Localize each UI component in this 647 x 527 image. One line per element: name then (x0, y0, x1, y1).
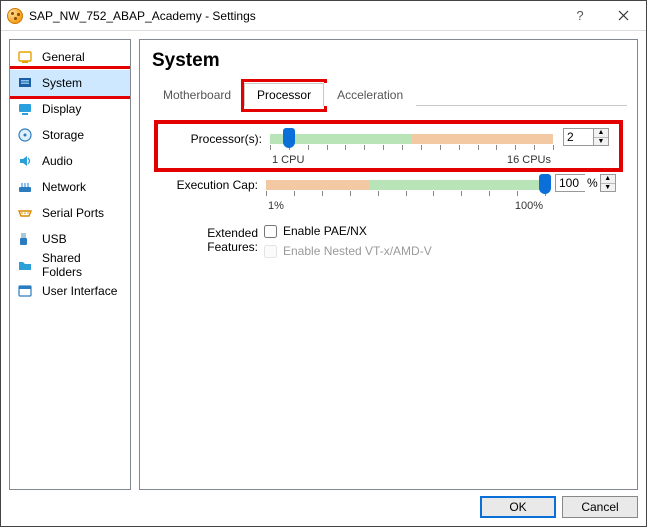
processor-label: Processor(s): (160, 128, 268, 146)
app-icon (7, 8, 23, 24)
processor-thumb[interactable] (283, 128, 295, 148)
processor-spin-down[interactable]: ▼ (594, 138, 608, 146)
execution-cap-min-label: 1% (268, 200, 284, 212)
sidebar-item-system[interactable]: System (10, 70, 130, 96)
main-panel: System Motherboard Processor Acceleratio… (139, 39, 638, 490)
tab-content: Processor(s): 1 (150, 106, 627, 479)
sidebar-item-label: Network (42, 180, 86, 194)
sidebar-item-usb[interactable]: USB (10, 226, 130, 252)
processor-min-label: 1 CPU (272, 154, 304, 166)
category-sidebar: General System Display Storage Audio Net… (9, 39, 131, 490)
serial-port-icon (16, 205, 34, 221)
extended-features-label: Extended Features: (156, 222, 264, 254)
sidebar-item-label: General (42, 50, 85, 64)
usb-icon (16, 231, 34, 247)
sidebar-item-label: Storage (42, 128, 84, 142)
tab-bar: Motherboard Processor Acceleration (150, 82, 627, 106)
execution-cap-value-input[interactable] (555, 174, 585, 192)
execution-cap-spin-down[interactable]: ▼ (601, 184, 615, 192)
enable-pae-checkbox[interactable]: Enable PAE/NX (264, 224, 621, 238)
audio-icon (16, 153, 34, 169)
ui-icon (16, 283, 34, 299)
execution-cap-spinbox[interactable]: % ▲ ▼ (555, 174, 621, 192)
tab-processor[interactable]: Processor (244, 83, 324, 106)
sidebar-item-display[interactable]: Display (10, 96, 130, 122)
processor-value-input[interactable] (563, 128, 593, 146)
execution-cap-unit: % (585, 174, 600, 192)
title-bar: SAP_NW_752_ABAP_Academy - Settings ? (1, 1, 646, 31)
execution-cap-slider[interactable]: 1% 100% (264, 174, 547, 212)
execution-cap-label: Execution Cap: (156, 174, 264, 192)
cancel-button[interactable]: Cancel (562, 496, 638, 518)
folder-icon (16, 257, 34, 273)
execution-cap-thumb[interactable] (539, 174, 551, 194)
enable-pae-input[interactable] (264, 225, 277, 238)
help-button[interactable]: ? (560, 1, 600, 30)
general-icon (16, 49, 34, 65)
tab-motherboard[interactable]: Motherboard (150, 83, 244, 106)
dialog-buttons: OK Cancel (9, 490, 638, 518)
sidebar-item-label: Serial Ports (42, 206, 104, 220)
execution-cap-spin-up[interactable]: ▲ (601, 175, 615, 184)
execution-cap-max-label: 100% (515, 200, 543, 212)
enable-nested-label: Enable Nested VT-x/AMD-V (283, 244, 432, 258)
sidebar-item-label: Shared Folders (42, 251, 124, 279)
sidebar-item-label: System (42, 76, 82, 90)
sidebar-item-audio[interactable]: Audio (10, 148, 130, 174)
sidebar-item-label: User Interface (42, 284, 117, 298)
processor-spinbox[interactable]: ▲ ▼ (563, 128, 617, 146)
system-icon (16, 75, 34, 91)
processor-slider[interactable]: 1 CPU 16 CPUs (268, 128, 555, 166)
enable-nested-checkbox: Enable Nested VT-x/AMD-V (264, 244, 621, 258)
tab-acceleration[interactable]: Acceleration (324, 83, 416, 106)
display-icon (16, 101, 34, 117)
sidebar-item-label: Audio (42, 154, 73, 168)
close-button[interactable] (600, 1, 646, 30)
network-icon (16, 179, 34, 195)
page-title: System (150, 46, 627, 82)
enable-nested-input (264, 245, 277, 258)
processor-spin-up[interactable]: ▲ (594, 129, 608, 138)
sidebar-item-storage[interactable]: Storage (10, 122, 130, 148)
sidebar-item-serial-ports[interactable]: Serial Ports (10, 200, 130, 226)
sidebar-item-label: USB (42, 232, 67, 246)
close-icon (618, 10, 629, 21)
sidebar-item-user-interface[interactable]: User Interface (10, 278, 130, 304)
sidebar-item-general[interactable]: General (10, 44, 130, 70)
window-title: SAP_NW_752_ABAP_Academy - Settings (29, 9, 256, 23)
enable-pae-label: Enable PAE/NX (283, 224, 367, 238)
sidebar-item-label: Display (42, 102, 81, 116)
processor-max-label: 16 CPUs (507, 154, 551, 166)
ok-button[interactable]: OK (480, 496, 556, 518)
sidebar-item-network[interactable]: Network (10, 174, 130, 200)
storage-icon (16, 127, 34, 143)
sidebar-item-shared-folders[interactable]: Shared Folders (10, 252, 130, 278)
